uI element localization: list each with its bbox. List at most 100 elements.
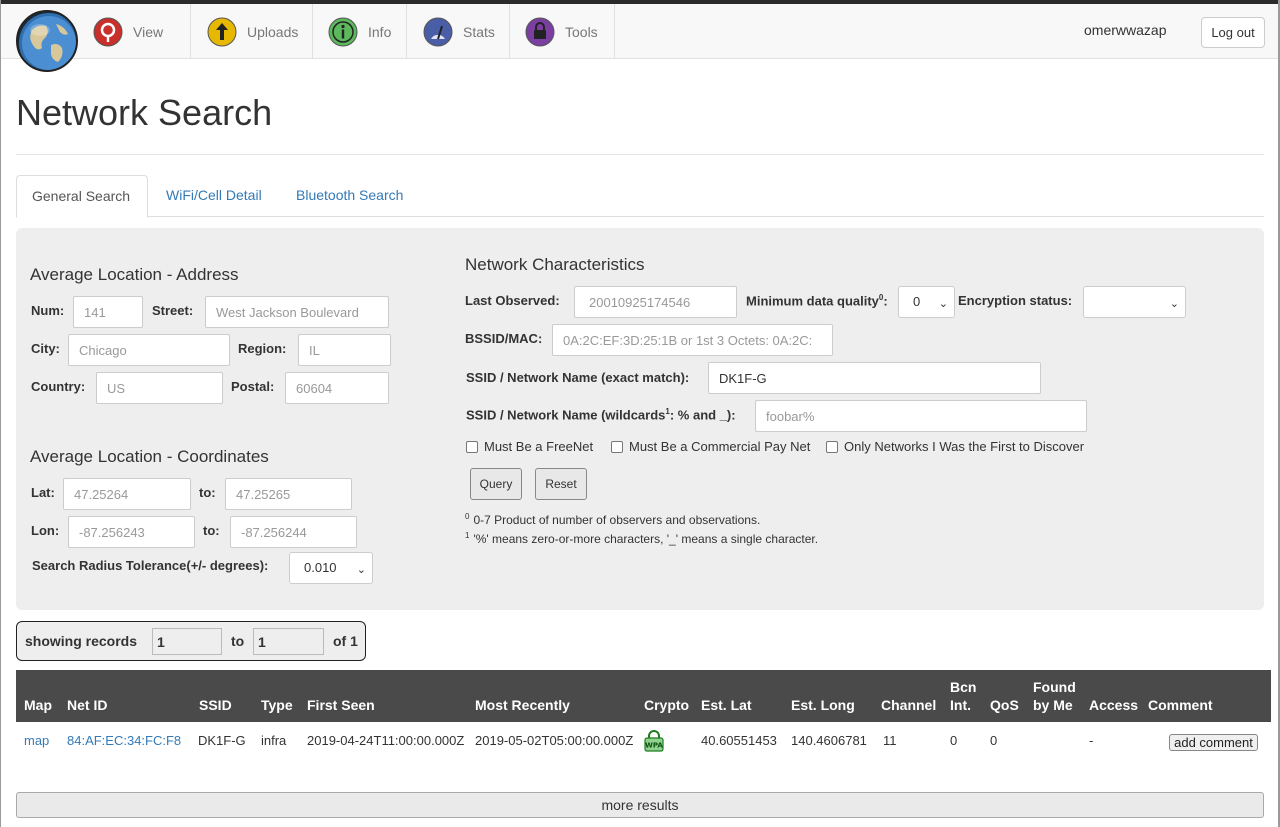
nav-uploads[interactable]: Uploads xyxy=(191,4,313,59)
ssid-wildcard-input[interactable] xyxy=(755,400,1087,432)
col-type: Type xyxy=(261,697,293,713)
radius-select-value: 0.010 xyxy=(304,560,337,575)
add-comment-button[interactable]: add comment xyxy=(1169,734,1258,751)
stats-icon xyxy=(423,17,453,46)
tab-general-search[interactable]: General Search xyxy=(16,175,148,218)
chevron-down-icon: ⌄ xyxy=(938,298,948,310)
netid-link[interactable]: 84:AF:EC:34:FC:F8 xyxy=(67,733,181,748)
freenet-checkbox[interactable]: Must Be a FreeNet xyxy=(466,439,593,454)
chevron-down-icon: ⌄ xyxy=(1169,298,1179,310)
svg-text:WPA: WPA xyxy=(645,742,663,750)
col-channel: Channel xyxy=(881,697,937,713)
city-input[interactable] xyxy=(68,334,230,366)
col-netid: Net ID xyxy=(67,697,108,713)
logout-button[interactable]: Log out xyxy=(1201,17,1265,48)
postal-input[interactable] xyxy=(285,372,389,404)
col-est-lat: Est. Lat xyxy=(701,697,752,713)
footnote-wildcard: 1 '%' means zero-or-more characters, '_' … xyxy=(465,531,819,546)
col-map: Map xyxy=(24,697,52,713)
records-pager: showing records to of 1 xyxy=(16,621,366,661)
cell-channel: 11 xyxy=(883,733,897,748)
ssid-wildcard-label: SSID / Network Name (wildcards1: % and _… xyxy=(466,407,736,423)
radius-select[interactable]: 0.010 ⌄ xyxy=(289,552,373,584)
title-divider xyxy=(16,154,1264,155)
nav-tools-label: Tools xyxy=(565,23,598,40)
encryption-select[interactable]: ⌄ xyxy=(1083,286,1186,318)
tab-wifi-cell-detail[interactable]: WiFi/Cell Detail xyxy=(151,175,277,217)
min-quality-label: Minimum data quality0: xyxy=(746,293,888,309)
showing-records-label: showing records xyxy=(25,633,138,649)
paynet-checkbox-label: Must Be a Commercial Pay Net xyxy=(629,439,811,454)
cell-est-lat: 40.60551453 xyxy=(701,733,777,748)
nav-view-label: View xyxy=(133,23,164,40)
records-to-label: to xyxy=(231,633,245,649)
lon-from-input[interactable] xyxy=(68,516,195,548)
nav-stats[interactable]: Stats xyxy=(407,4,510,59)
reset-button[interactable]: Reset xyxy=(535,468,587,500)
records-to-input[interactable] xyxy=(253,628,324,655)
checkbox-box[interactable] xyxy=(466,440,478,453)
records-from-input[interactable] xyxy=(152,628,222,655)
col-first-seen: First Seen xyxy=(307,697,375,713)
lat-label: Lat: xyxy=(31,485,55,500)
lat-to-input[interactable] xyxy=(225,478,352,510)
ssid-exact-input[interactable] xyxy=(708,362,1041,394)
tab-bluetooth-search[interactable]: Bluetooth Search xyxy=(281,175,418,217)
footnote-quality: 0 0-7 Product of number of observers and … xyxy=(465,512,761,527)
globe-logo-icon[interactable] xyxy=(16,10,78,72)
checkbox-box[interactable] xyxy=(611,440,623,453)
street-input[interactable] xyxy=(205,296,389,328)
checkbox-box[interactable] xyxy=(826,440,838,453)
wpa-lock-icon: WPA xyxy=(644,730,664,752)
postal-label: Postal: xyxy=(231,379,275,394)
more-results-button[interactable]: more results xyxy=(16,792,1264,818)
last-observed-input[interactable] xyxy=(574,286,737,318)
col-bcn-int: Bcn Int. xyxy=(950,679,977,713)
top-navbar: View Uploads Info Stats Tools omerwwazap… xyxy=(1,4,1278,72)
lon-to-input[interactable] xyxy=(230,516,357,548)
info-icon xyxy=(328,17,358,46)
freenet-checkbox-label: Must Be a FreeNet xyxy=(484,439,594,454)
col-comment: Comment xyxy=(1148,697,1213,713)
paynet-checkbox[interactable]: Must Be a Commercial Pay Net xyxy=(611,439,810,454)
cell-first-seen: 2019-04-24T11:00:00.000Z xyxy=(307,733,465,748)
username-display: omerwwazap xyxy=(1084,22,1167,38)
lat-to-label: to: xyxy=(199,485,216,500)
search-form-panel: Average Location - Address Num: Street: … xyxy=(16,228,1264,610)
lon-label: Lon: xyxy=(31,523,60,538)
records-total-label: of 1 xyxy=(333,633,358,649)
lat-from-input[interactable] xyxy=(63,478,191,510)
min-quality-value: 0 xyxy=(913,294,921,309)
first-discover-checkbox[interactable]: Only Networks I Was the First to Discove… xyxy=(826,439,1084,454)
col-ssid: SSID xyxy=(199,697,232,713)
view-icon xyxy=(93,17,123,46)
min-quality-select[interactable]: 0 ⌄ xyxy=(898,286,955,318)
address-heading: Average Location - Address xyxy=(30,265,239,284)
upload-icon xyxy=(207,17,237,46)
map-link[interactable]: map xyxy=(24,733,49,748)
nav-tools[interactable]: Tools xyxy=(510,4,615,59)
cell-ssid: DK1F-G xyxy=(198,733,246,748)
cell-est-long: 140.4606781 xyxy=(791,733,867,748)
col-qos: QoS xyxy=(990,697,1019,713)
region-input[interactable] xyxy=(298,334,391,366)
num-label: Num: xyxy=(31,303,65,318)
street-label: Street: xyxy=(152,303,194,318)
query-button[interactable]: Query xyxy=(470,468,522,500)
col-most-recently: Most Recently xyxy=(475,697,570,713)
last-observed-label: Last Observed: xyxy=(465,293,560,308)
nav-stats-label: Stats xyxy=(463,23,495,40)
col-crypto: Crypto xyxy=(644,697,690,713)
bssid-input[interactable] xyxy=(552,324,833,356)
nav-view[interactable]: View xyxy=(93,4,191,59)
city-label: City: xyxy=(31,341,60,356)
window-left-border xyxy=(0,0,1,827)
num-input[interactable] xyxy=(73,296,143,328)
country-input[interactable] xyxy=(96,372,223,404)
tools-icon xyxy=(525,17,555,46)
region-label: Region: xyxy=(238,341,287,356)
nav-info[interactable]: Info xyxy=(313,4,407,59)
col-est-long: Est. Long xyxy=(791,697,855,713)
lon-to-label: to: xyxy=(203,523,220,538)
country-label: Country: xyxy=(31,379,86,394)
